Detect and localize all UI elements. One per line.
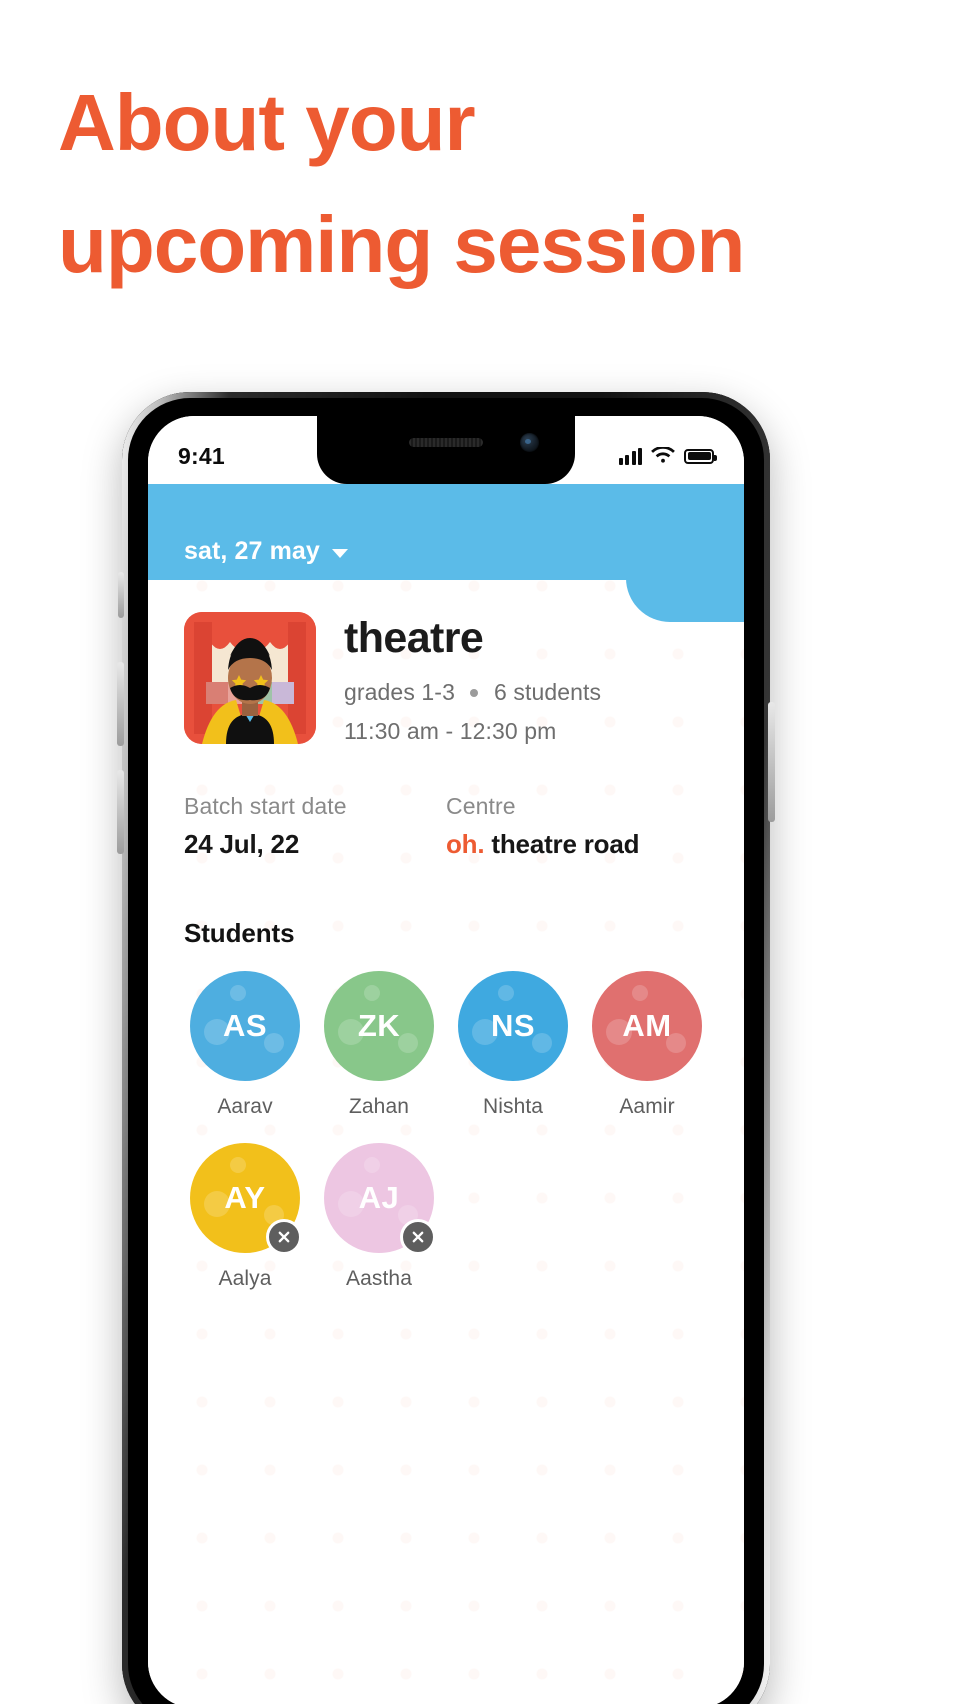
volume-up-button[interactable] (117, 662, 124, 746)
date-selector[interactable]: sat, 27 may (184, 537, 348, 566)
course-student-count: 6 students (493, 679, 602, 706)
mute-switch[interactable] (118, 572, 124, 618)
student-name: Nishta (482, 1095, 544, 1119)
earpiece-speaker-icon (409, 438, 483, 447)
course-thumbnail[interactable] (184, 612, 316, 744)
avatar-initials: AY (224, 1180, 266, 1216)
avatar[interactable]: AJ (324, 1143, 436, 1256)
date-selector-label: sat, 27 may (184, 537, 320, 565)
avatar-initials: AM (622, 1008, 672, 1044)
fact-label: Batch start date (184, 793, 347, 820)
fact-centre: Centre oh. theatre road (446, 793, 708, 860)
status-icons (618, 435, 717, 465)
student-item[interactable]: AS Aarav (178, 971, 312, 1119)
front-camera-icon (520, 433, 539, 452)
phone-screen: 9:41 sat, 27 may theatre grades 1-3 6 st… (148, 416, 744, 1704)
student-item[interactable]: AJ Aastha (312, 1143, 446, 1291)
avatar-initials: ZK (357, 1008, 401, 1044)
fact-value-wrapper: oh. theatre road (446, 829, 708, 860)
course-title: theatre (344, 614, 484, 662)
app-header: sat, 27 may (148, 484, 744, 622)
course-meta: grades 1-3 6 students (344, 673, 601, 712)
session-detail-content: theatre grades 1-3 6 students 11:30 am -… (148, 580, 744, 1704)
avatar[interactable]: ZK (324, 971, 434, 1082)
cellular-signal-icon (618, 447, 642, 465)
fact-label: Centre (446, 793, 516, 820)
phone-mockup: 9:41 sat, 27 may theatre grades 1-3 6 st… (117, 392, 775, 1704)
student-name: Aarav (217, 1095, 273, 1119)
student-name: Aalya (218, 1267, 272, 1291)
course-grades: grades 1-3 (344, 679, 455, 706)
student-name: Zahan (348, 1095, 410, 1119)
wifi-icon (651, 447, 675, 463)
headline-line-1: About your (58, 78, 476, 167)
marketing-headline: About your upcoming session (58, 62, 878, 305)
student-name: Aastha (346, 1267, 412, 1291)
brand-prefix: oh. (446, 829, 485, 860)
session-info: theatre grades 1-3 6 students 11:30 am -… (344, 612, 601, 751)
student-name: Aamir (619, 1095, 675, 1119)
fact-value: 24 Jul, 22 (184, 829, 300, 860)
fact-batch-start-date: Batch start date 24 Jul, 22 (184, 793, 446, 860)
students-grid: AS Aarav ZK Zahan NS Nishta AM Aamir AY … (148, 949, 744, 1315)
avatar-initials: AJ (358, 1180, 400, 1216)
status-time: 9:41 (178, 442, 225, 469)
battery-icon (684, 448, 717, 464)
close-circle-icon[interactable] (266, 1219, 302, 1256)
students-section-heading: Students (184, 918, 295, 949)
power-button[interactable] (768, 702, 775, 822)
theatre-illustration-icon (184, 612, 316, 744)
student-item[interactable]: AY Aalya (178, 1143, 312, 1291)
device-notch (317, 416, 575, 484)
volume-down-button[interactable] (117, 770, 124, 854)
page-root: About your upcoming session 9:41 sat, 27… (0, 0, 960, 1704)
close-circle-icon[interactable] (400, 1219, 436, 1256)
avatar[interactable]: AM (592, 971, 702, 1082)
student-item[interactable]: ZK Zahan (312, 971, 446, 1119)
session-facts: Batch start date 24 Jul, 22 Centre oh. t… (148, 751, 744, 860)
avatar[interactable]: AS (190, 971, 300, 1082)
chevron-down-icon (331, 549, 348, 558)
avatar-initials: AS (222, 1008, 268, 1044)
student-item[interactable]: NS Nishta (446, 971, 580, 1119)
avatar[interactable]: AY (190, 1143, 302, 1256)
avatar-initials: NS (490, 1008, 536, 1044)
session-time-range: 11:30 am - 12:30 pm (344, 718, 557, 745)
student-item[interactable]: AM Aamir (580, 971, 714, 1119)
avatar[interactable]: NS (458, 971, 568, 1082)
centre-name: theatre road (491, 829, 640, 860)
headline-line-2: upcoming session (58, 199, 745, 289)
meta-separator-dot (470, 688, 479, 697)
